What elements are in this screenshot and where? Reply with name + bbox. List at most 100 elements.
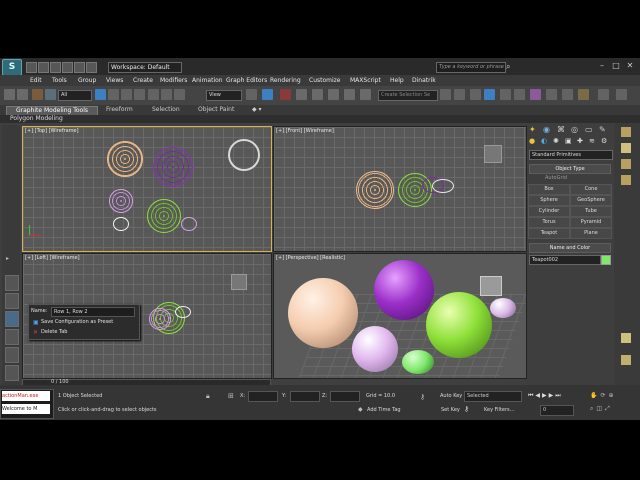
select-manipulate-icon[interactable]	[262, 89, 273, 100]
utilities-tab-icon[interactable]: ✎	[599, 125, 606, 134]
spinner-snap-icon[interactable]	[344, 89, 355, 100]
select-object-icon[interactable]	[95, 89, 106, 100]
create-tab-icon[interactable]: ✦	[529, 125, 536, 134]
geometry-icon[interactable]: ●	[529, 137, 535, 145]
menu-modifiers[interactable]: Modifiers	[160, 75, 187, 86]
menu-maxscript[interactable]: MAXScript	[350, 75, 381, 86]
y-coordinate-field[interactable]	[290, 391, 320, 402]
save-file-icon[interactable]	[50, 62, 61, 73]
sphere-green-wire[interactable]	[147, 199, 181, 233]
strip-tool-3-icon[interactable]	[621, 159, 631, 169]
search-input[interactable]: Type a keyword or phrase	[436, 62, 506, 73]
scale-icon[interactable]	[174, 89, 185, 100]
redo-icon[interactable]	[74, 62, 85, 73]
left-tab-3[interactable]	[5, 311, 19, 327]
edit-named-sets-icon[interactable]	[360, 89, 371, 100]
angle-snap-icon[interactable]	[312, 89, 323, 100]
playback-controls[interactable]: ⏮◀▶▶⏭	[528, 392, 563, 400]
close-icon[interactable]: ✕	[624, 60, 636, 71]
key-filters-button[interactable]: Key Filters...	[484, 407, 514, 413]
selection-filter-dropdown[interactable]: All	[58, 90, 92, 101]
add-time-tag-button[interactable]: Add Time Tag	[367, 407, 401, 413]
search-icon[interactable]: ⌕	[506, 62, 516, 71]
autogrid-checkbox[interactable]: AutoGrid	[545, 175, 567, 181]
render-setup-icon[interactable]	[546, 89, 557, 100]
object-color-swatch[interactable]	[601, 255, 611, 265]
strip-tool-1-icon[interactable]	[621, 127, 631, 137]
primitive-category-dropdown[interactable]: Standard Primitives	[529, 150, 613, 160]
mirror-icon[interactable]	[440, 89, 451, 100]
sphere-button[interactable]: Sphere	[528, 195, 570, 206]
key-icon[interactable]: ⚷	[420, 393, 425, 401]
geosphere-button[interactable]: GeoSphere	[570, 195, 612, 206]
teapot-front[interactable]	[432, 179, 454, 193]
name-field[interactable]: Row 1, Row 2	[51, 307, 135, 317]
tab-selection[interactable]: Selection	[152, 105, 180, 115]
unlink-icon[interactable]	[45, 89, 56, 100]
rendered-frame-icon[interactable]	[562, 89, 573, 100]
helpers-icon[interactable]: ✚	[577, 137, 583, 145]
cylinder-button[interactable]: Cylinder	[528, 206, 570, 217]
teapot-button[interactable]: Teapot	[528, 228, 570, 239]
maxscript-listener[interactable]: actionMan.exe Welcome to M	[0, 389, 54, 419]
menu-help[interactable]: Help	[390, 75, 404, 86]
teapot-left[interactable]	[175, 306, 191, 318]
schematic-view-icon[interactable]	[514, 89, 525, 100]
object-name-field[interactable]: Teapot002	[529, 255, 601, 265]
viewport-left-label[interactable]: [+] [Left] [Wireframe]	[25, 255, 80, 261]
tube-button[interactable]: Tube	[570, 206, 612, 217]
polygon-modeling-panel[interactable]: Polygon Modeling	[0, 115, 640, 123]
sphere-lavender-wire[interactable]	[109, 189, 133, 213]
sphere-green[interactable]	[426, 292, 492, 358]
window-crossing-icon[interactable]	[134, 89, 145, 100]
viewport-top-label[interactable]: [+] [Top] [Wireframe]	[25, 128, 79, 134]
lights-icon[interactable]: ✺	[553, 137, 559, 145]
open-file-icon[interactable]	[38, 62, 49, 73]
strip-tool-4-icon[interactable]	[621, 175, 631, 185]
graphite-toggle-icon[interactable]	[484, 89, 495, 100]
material-editor-icon[interactable]	[530, 89, 541, 100]
left-tab-5[interactable]	[5, 347, 19, 363]
save-configuration-item[interactable]: Save Configuration as Preset	[41, 319, 113, 325]
snaps-toggle-icon[interactable]	[296, 89, 307, 100]
link-icon[interactable]	[32, 89, 43, 100]
menu-dinatrik[interactable]: Dinatrik	[412, 75, 436, 86]
tab-object-paint[interactable]: Object Paint	[198, 105, 234, 115]
viewport-front-label[interactable]: [+] [Front] [Wireframe]	[276, 128, 334, 134]
sphere-lavender-left[interactable]	[149, 308, 171, 330]
set-key-button[interactable]: Set Key	[441, 407, 460, 413]
systems-icon[interactable]: ⚙	[601, 137, 607, 145]
teapot-lavender[interactable]	[490, 298, 516, 318]
ribbon-options-icon[interactable]: ◆ ▾	[252, 105, 262, 115]
menu-customize[interactable]: Customize	[309, 75, 341, 86]
strip-tool-6-icon[interactable]	[621, 355, 631, 365]
keyboard-shortcut-icon[interactable]	[280, 89, 291, 100]
percent-snap-icon[interactable]	[328, 89, 339, 100]
box-perspective[interactable]	[480, 276, 502, 296]
teapot-green-selected[interactable]	[402, 350, 434, 374]
app-logo-icon[interactable]: S	[2, 59, 22, 76]
current-frame-field[interactable]: 0	[540, 405, 574, 416]
left-tab-2[interactable]	[5, 293, 19, 309]
undo-icon[interactable]	[62, 62, 73, 73]
reference-coord-dropdown[interactable]: View	[206, 90, 242, 101]
teapot-lavender-wire[interactable]	[181, 217, 197, 231]
project-folder-icon[interactable]	[86, 62, 97, 73]
select-by-name-icon[interactable]	[108, 89, 119, 100]
listener-line-2[interactable]: Welcome to M	[2, 404, 50, 414]
sphere-peach[interactable]	[288, 278, 358, 348]
minimize-icon[interactable]: –	[596, 60, 608, 71]
viewport-nav-icons[interactable]: ✋⟳⊕	[590, 392, 617, 399]
shapes-icon[interactable]: ◐	[541, 137, 547, 145]
sphere-purple[interactable]	[374, 260, 434, 320]
cone-button[interactable]: Cone	[570, 184, 612, 195]
auto-key-button[interactable]: Auto Key	[440, 393, 462, 399]
menu-create[interactable]: Create	[133, 75, 153, 86]
undo-toolbar-icon[interactable]	[4, 89, 15, 100]
curve-editor-icon[interactable]	[500, 89, 511, 100]
sphere-peach-wire[interactable]	[107, 141, 143, 177]
workspace-dropdown[interactable]: Workspace: Default	[108, 62, 182, 73]
pyramid-button[interactable]: Pyramid	[570, 217, 612, 228]
sphere-purple-wire[interactable]	[153, 147, 193, 187]
motion-tab-icon[interactable]: ◎	[571, 125, 578, 134]
